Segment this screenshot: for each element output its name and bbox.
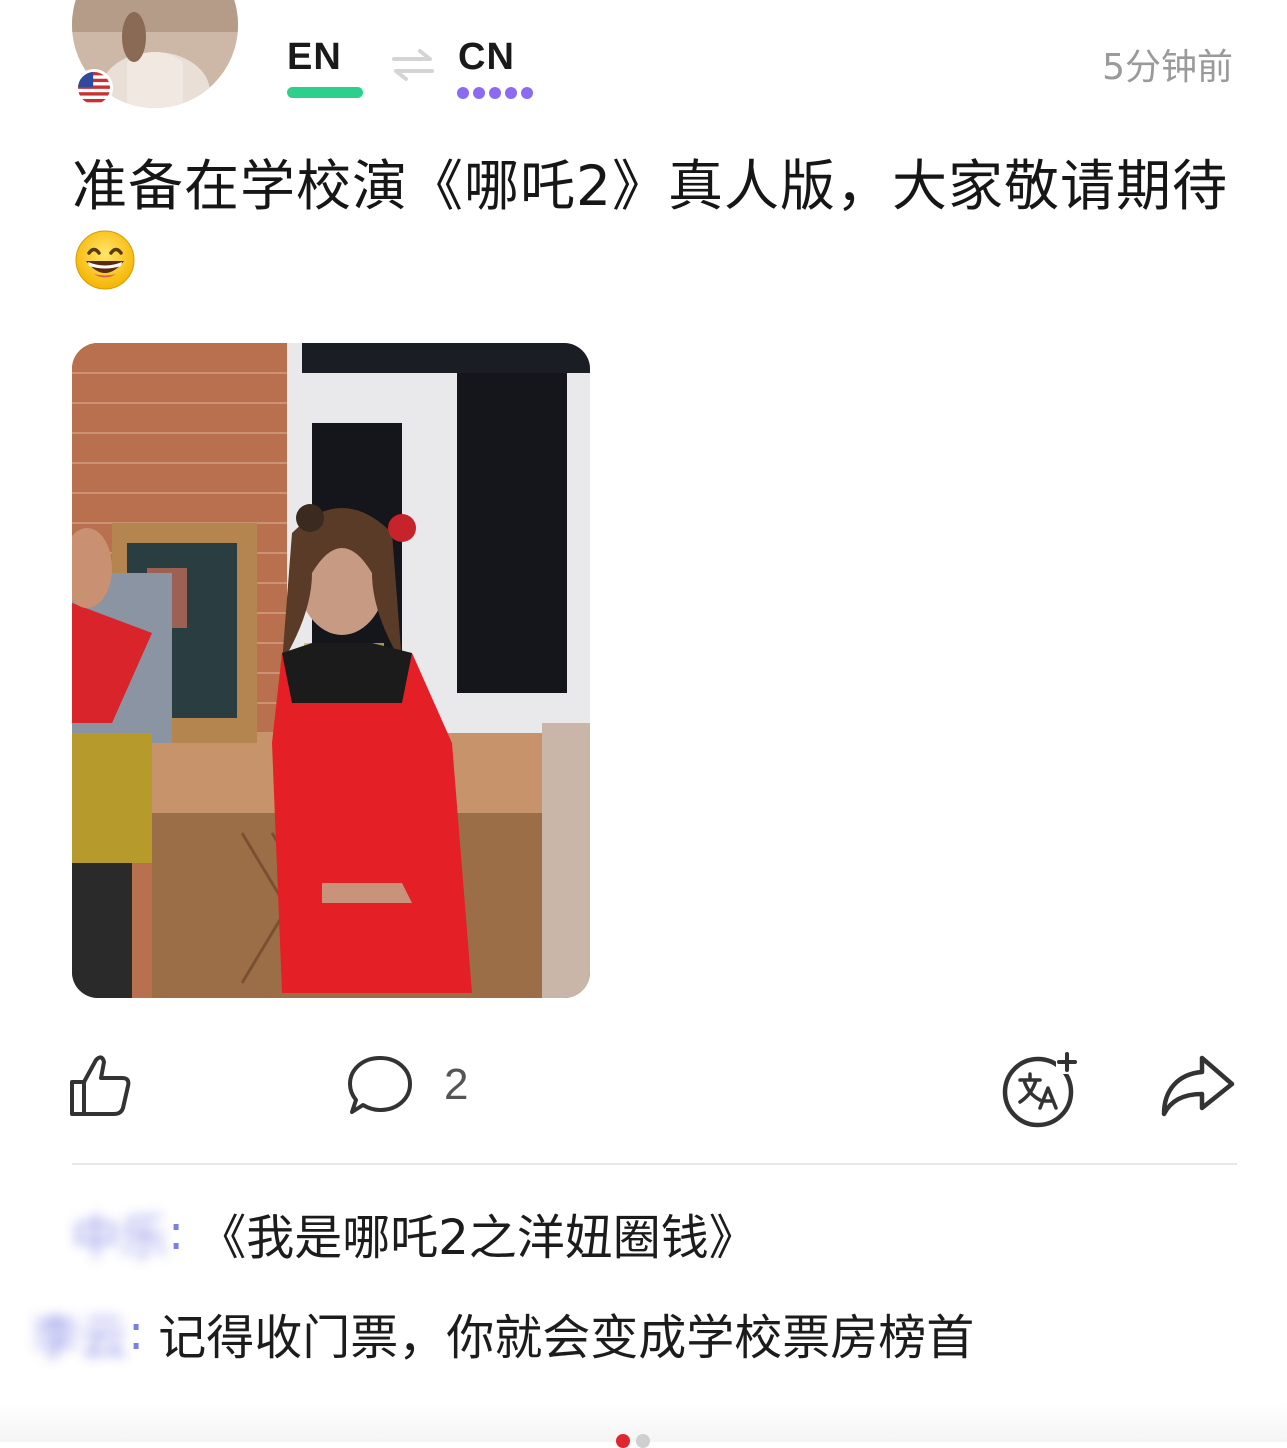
comment-text: 《我是哪吒2之洋妞圈钱》 — [198, 1210, 757, 1266]
comment-button[interactable]: 2 — [346, 1050, 486, 1120]
us-flag-icon — [75, 69, 113, 107]
source-language-indicator — [287, 87, 363, 98]
pagination-dot[interactable] — [636, 1434, 650, 1448]
like-button[interactable] — [66, 1050, 134, 1120]
comment-count: 2 — [444, 1060, 469, 1109]
post-text-content: 准备在学校演《哪吒2》真人版，大家敬请期待 — [72, 154, 1228, 218]
costume-photo-image — [72, 343, 590, 998]
pagination-dot-active[interactable] — [616, 1434, 630, 1448]
level-dot — [489, 87, 501, 99]
source-language-label[interactable]: EN — [287, 36, 342, 79]
pagination-dots — [616, 1434, 650, 1448]
thumbs-up-icon — [70, 1055, 131, 1116]
level-dot — [457, 87, 469, 99]
level-dot — [473, 87, 485, 99]
share-arrow-icon — [1161, 1055, 1235, 1117]
swap-arrows-icon[interactable] — [390, 45, 436, 85]
comment-text: 记得收门票，你就会变成学校票房榜首 — [158, 1310, 975, 1366]
comment-separator: : — [128, 1305, 145, 1361]
divider — [72, 1163, 1237, 1165]
comment-author[interactable]: 李云 — [32, 1298, 128, 1368]
translate-button[interactable] — [1000, 1050, 1080, 1128]
post-timestamp: 5分钟前 — [1102, 47, 1233, 88]
post-text: 准备在学校演《哪吒2》真人版，大家敬请期待 — [72, 148, 1232, 300]
target-language-level-indicator — [457, 87, 533, 99]
post-photo[interactable] — [72, 343, 590, 998]
share-button[interactable] — [1158, 1050, 1238, 1120]
comment-item[interactable]: 中乐 : 《我是哪吒2之洋妞圈钱》 — [72, 1198, 757, 1268]
comment-separator: : — [168, 1205, 185, 1261]
comment-item[interactable]: 李云 : 记得收门票，你就会变成学校票房榜首 — [32, 1298, 974, 1368]
target-language-label[interactable]: CN — [458, 36, 515, 79]
level-dot — [505, 87, 517, 99]
grinning-face-emoji — [75, 230, 135, 290]
comment-author[interactable]: 中乐 — [72, 1198, 168, 1268]
translate-icon — [1002, 1052, 1078, 1128]
comment-bubble-icon — [348, 1056, 412, 1114]
level-dot — [521, 87, 533, 99]
